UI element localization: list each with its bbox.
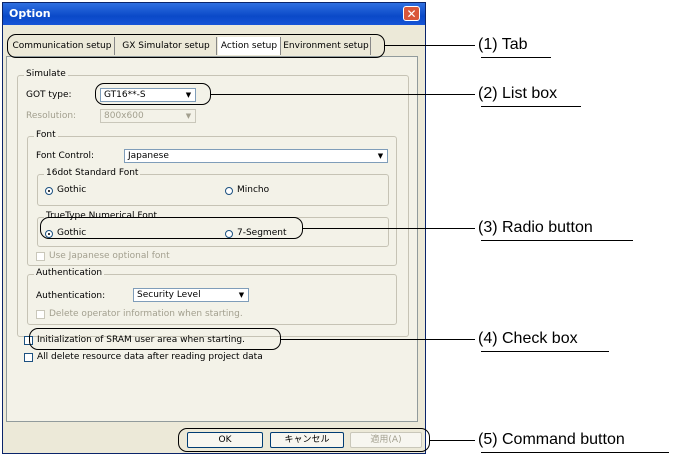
annotation-tab-underline <box>481 57 551 58</box>
callout-outline-check-box <box>29 328 281 350</box>
callout-line-radio-button <box>303 228 475 229</box>
resolution-label: Resolution: <box>26 111 77 121</box>
callout-line-check-box <box>281 339 475 340</box>
annotation-list-box: (2) List box <box>478 85 558 102</box>
checkbox-delete-resource[interactable] <box>24 353 33 362</box>
callout-line-command-button <box>430 440 475 441</box>
font-control-label: Font Control: <box>36 151 95 161</box>
radio-standard-gothic[interactable] <box>45 187 53 195</box>
annotation-tab: (1) Tab <box>478 36 528 53</box>
annotation-check-box-underline <box>481 351 609 352</box>
annotation-radio-button: (3) Radio button <box>478 219 593 236</box>
callout-line-tab <box>385 45 475 46</box>
close-button[interactable]: ✕ <box>403 6 420 21</box>
annotation-list-box-underline <box>481 106 581 107</box>
callout-outline-tab <box>7 34 385 58</box>
font-control-select[interactable]: Japanese ▼ <box>124 149 388 163</box>
checkbox-delete-operator[interactable] <box>36 310 45 319</box>
standard-font-group: 16dot Standard Font <box>37 168 389 206</box>
radio-standard-mincho[interactable] <box>225 187 233 195</box>
checkbox-japanese-optional-font[interactable] <box>36 252 45 261</box>
authentication-value: Security Level <box>137 290 201 300</box>
font-control-value: Japanese <box>128 151 169 161</box>
callout-line-list-box <box>211 94 475 95</box>
radio-standard-gothic-label: Gothic <box>57 185 87 195</box>
chevron-down-icon[interactable]: ▼ <box>236 290 247 300</box>
callout-outline-list-box <box>95 83 211 105</box>
window-title: Option <box>9 7 51 20</box>
radio-standard-mincho-label: Mincho <box>237 185 270 195</box>
authentication-group-label: Authentication <box>34 268 105 278</box>
simulate-group-label: Simulate <box>24 69 68 79</box>
got-type-label: GOT type: <box>26 90 72 100</box>
chevron-down-icon[interactable]: ▼ <box>375 151 386 161</box>
standard-font-group-label: 16dot Standard Font <box>44 168 141 178</box>
tab-page-action-setup: Simulate GOT type: GT16**-S ▼ Resolution… <box>6 56 418 422</box>
annotation-command-button: (5) Command button <box>478 431 625 448</box>
title-bar[interactable]: Option ✕ <box>3 3 425 25</box>
resolution-value: 800x600 <box>104 111 144 121</box>
annotation-command-button-underline <box>481 452 669 453</box>
authentication-label: Authentication: <box>36 291 106 301</box>
authentication-select[interactable]: Security Level ▼ <box>133 288 249 302</box>
callout-outline-radio-button <box>40 217 303 239</box>
delete-operator-label: Delete operator information when startin… <box>49 309 243 319</box>
japanese-optional-font-label: Use Japanese optional font <box>49 251 170 261</box>
annotation-check-box: (4) Check box <box>478 330 578 347</box>
delete-resource-label: All delete resource data after reading p… <box>37 352 263 362</box>
annotation-radio-button-underline <box>481 240 633 241</box>
chevron-down-icon: ▼ <box>185 112 192 120</box>
callout-outline-command-button <box>178 428 430 452</box>
font-group-label: Font <box>34 130 58 140</box>
resolution-select[interactable]: 800x600 ▼ <box>100 109 196 123</box>
